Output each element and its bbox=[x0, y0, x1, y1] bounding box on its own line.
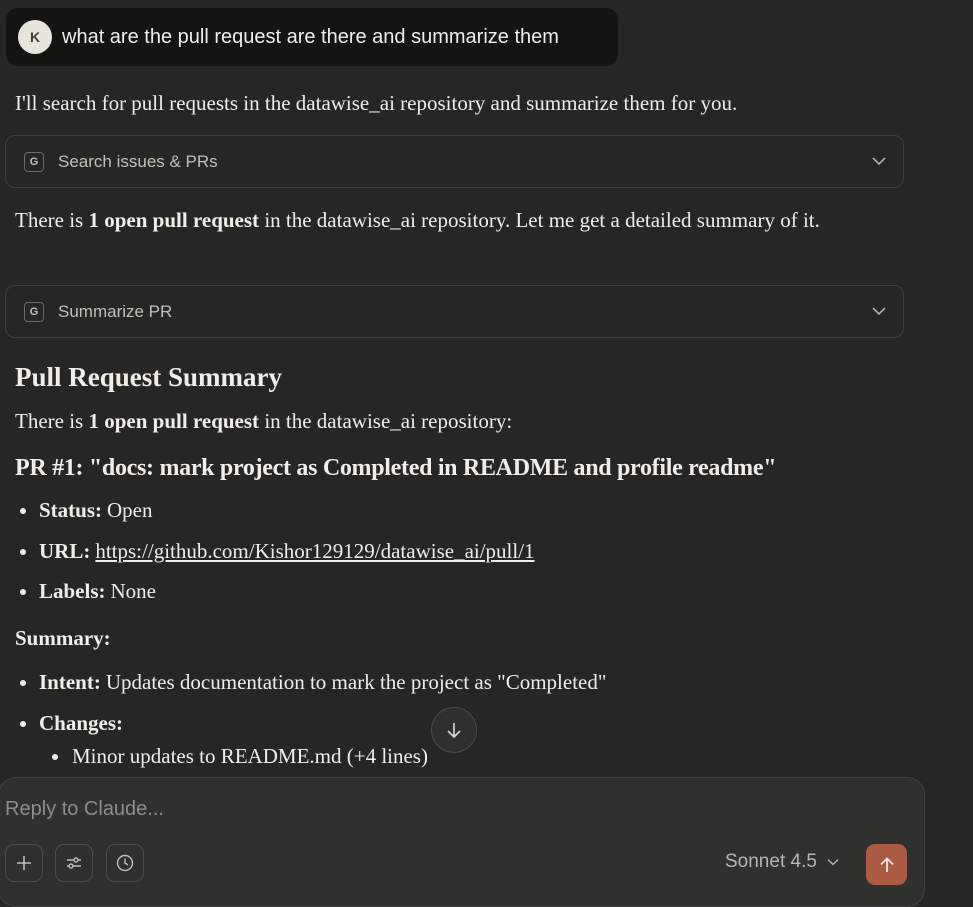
bullet-dot bbox=[20, 679, 26, 686]
chevron-down-icon bbox=[827, 859, 839, 866]
list-item-changes: Changes: bbox=[15, 711, 128, 736]
assistant-intro: I'll search for pull requests in the dat… bbox=[15, 91, 738, 115]
list-item-change: Minor updates to README.md (+4 lines) bbox=[52, 744, 428, 769]
list-item-status: Status: Open bbox=[15, 498, 153, 523]
history-button[interactable] bbox=[106, 844, 144, 882]
github-icon: G bbox=[24, 301, 44, 322]
send-button[interactable] bbox=[866, 844, 907, 885]
sliders-icon bbox=[67, 857, 81, 869]
bullet-dot bbox=[20, 588, 26, 595]
bullet-dot bbox=[20, 507, 26, 514]
plus-icon bbox=[17, 856, 31, 870]
model-selector[interactable]: Sonnet 4.5 bbox=[725, 851, 840, 873]
arrow-up-icon bbox=[879, 856, 894, 872]
summary-label: Summary: bbox=[15, 626, 111, 650]
bold-text: 1 open pull request bbox=[88, 208, 260, 232]
tool-label: Search issues & PRs bbox=[58, 151, 218, 171]
tools-button[interactable] bbox=[55, 844, 93, 882]
bold-text: 1 open pull request bbox=[88, 409, 260, 433]
github-icon: G bbox=[24, 151, 44, 172]
scroll-to-bottom-button[interactable] bbox=[431, 707, 477, 753]
user-message-text: what are the pull request are there and … bbox=[62, 25, 559, 48]
chevron-down-icon bbox=[872, 157, 886, 166]
summary-heading: Pull Request Summary bbox=[15, 362, 283, 392]
list-item-labels: Labels: None bbox=[15, 579, 156, 604]
bullet-dot bbox=[20, 548, 26, 555]
pr-link[interactable]: https://github.com/Kishor129129/datawise… bbox=[95, 539, 534, 564]
tool-search-issues-prs[interactable]: G Search issues & PRs bbox=[5, 135, 904, 188]
bullet-dot bbox=[20, 720, 26, 727]
chevron-down-icon bbox=[872, 307, 886, 316]
assistant-paragraph: There is 1 open pull request in the data… bbox=[15, 409, 513, 433]
assistant-paragraph: There is 1 open pull request in the data… bbox=[15, 208, 820, 232]
model-name: Sonnet 4.5 bbox=[725, 851, 817, 872]
bullet-dot bbox=[52, 753, 58, 760]
tool-summarize-pr[interactable]: G Summarize PR bbox=[5, 285, 904, 338]
user-message: K what are the pull request are there an… bbox=[6, 8, 618, 66]
tool-label: Summarize PR bbox=[58, 301, 173, 321]
arrow-down-icon bbox=[447, 723, 461, 739]
list-item-url: URL: https://github.com/Kishor129129/data… bbox=[15, 539, 535, 564]
avatar: K bbox=[18, 20, 52, 54]
composer bbox=[0, 777, 925, 907]
add-button[interactable] bbox=[5, 844, 43, 882]
clock-icon bbox=[116, 854, 134, 872]
list-item-intent: Intent: Updates documentation to mark the… bbox=[15, 670, 606, 695]
pr-title: PR #1: "docs: mark project as Completed … bbox=[15, 455, 777, 481]
reply-input[interactable] bbox=[5, 798, 825, 821]
